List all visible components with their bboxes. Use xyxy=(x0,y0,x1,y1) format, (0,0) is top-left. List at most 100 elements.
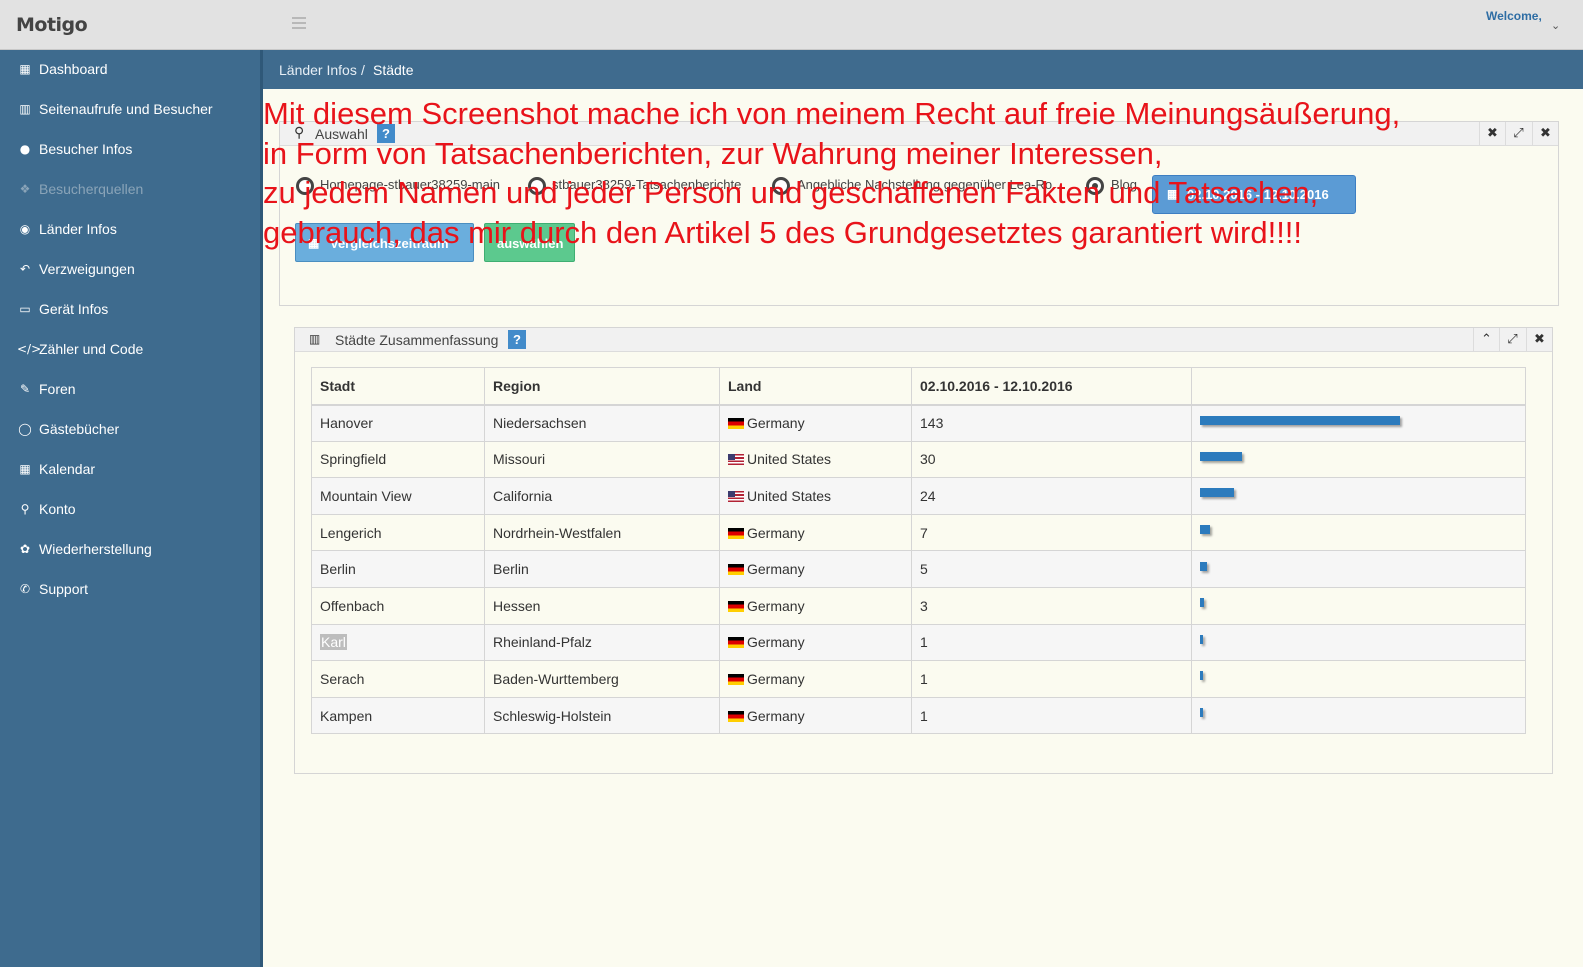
calendar-icon: ▦ xyxy=(1167,187,1179,201)
expand-icon[interactable]: ⤢ xyxy=(1505,122,1531,145)
radio-nachstellung[interactable] xyxy=(772,177,790,195)
germany-flag-icon xyxy=(728,527,744,539)
count-bar xyxy=(1200,598,1204,608)
compare-period-button[interactable]: ▦ Vergleichszeitraum xyxy=(295,223,474,262)
close-icon[interactable]: ✖ xyxy=(1526,328,1552,351)
cell-country: Germany xyxy=(719,404,912,442)
sidebar-item-geraet-infos[interactable]: ▭ Gerät Infos xyxy=(0,291,260,327)
table-row: Hanover Niedersachsen Germany 143 xyxy=(311,404,1526,442)
table-row: Offenbach Hessen Germany 3 xyxy=(311,586,1526,625)
count-bar xyxy=(1200,415,1400,425)
radio-label-homepage: Homepage-stbauer38259-main xyxy=(320,177,500,192)
breadcrumb-current: Städte xyxy=(373,62,414,78)
table-row: Karl Rheinland-Pfalz Germany 1 xyxy=(311,623,1526,662)
chevron-up-icon[interactable]: ⌃ xyxy=(1473,328,1499,351)
sidebar-item-support[interactable]: ✆ Support xyxy=(0,571,260,607)
sidebar-item-laender-infos[interactable]: ◉ Länder Infos xyxy=(0,211,260,247)
sidebar-item-gaestebuecher[interactable]: ◯ Gästebücher xyxy=(0,411,260,447)
cell-region: Niedersachsen xyxy=(484,404,720,442)
country-name: Germany xyxy=(747,634,805,651)
germany-flag-icon xyxy=(728,564,744,576)
expand-icon[interactable]: ⤢ xyxy=(1499,328,1525,351)
bar-chart-icon: ▥ xyxy=(19,102,31,116)
cell-city: Hanover xyxy=(311,404,485,442)
table-icon: ▦ xyxy=(19,62,31,76)
table-row: Berlin Berlin Germany 5 xyxy=(311,550,1526,588)
table-row: Springfield Missouri United States 30 xyxy=(311,440,1526,479)
table-header-row: Stadt Region Land 02.10.2016 - 12.10.201… xyxy=(311,367,1526,406)
radio-label-blog: Blog xyxy=(1111,177,1138,192)
remove-icon[interactable]: ✖ xyxy=(1532,122,1558,145)
count-bar xyxy=(1200,488,1234,498)
cell-bar xyxy=(1191,477,1526,515)
cell-region: Nordrhein-Westfalen xyxy=(484,513,720,552)
sidebar-item-besucherquellen[interactable]: ❖ Besucherquellen xyxy=(0,171,260,207)
sidebar-item-kalendar[interactable]: ▦ Kalendar xyxy=(0,451,260,487)
bar-chart-icon: ▥ xyxy=(309,332,321,346)
breadcrumb-parent-link[interactable]: Länder Infos xyxy=(279,62,357,78)
cell-country: Germany xyxy=(719,550,912,588)
radio-homepage[interactable] xyxy=(296,177,314,195)
column-header-region[interactable]: Region xyxy=(484,367,720,406)
table-row: Serach Baden-Wurttemberg Germany 1 xyxy=(311,660,1526,698)
sidebar-item-wiederherstellung[interactable]: ✿ Wiederherstellung xyxy=(0,531,260,567)
date-range-button[interactable]: ▦ 02.10.2016 - 12.10.2016 xyxy=(1152,175,1356,214)
cell-region: Baden-Wurttemberg xyxy=(484,660,720,698)
count-bar xyxy=(1200,634,1203,644)
column-header-bar xyxy=(1191,367,1526,406)
select-button[interactable]: auswählen xyxy=(484,223,575,262)
code-icon: </> xyxy=(17,342,42,356)
app-logo[interactable]: Motigo xyxy=(16,14,88,36)
sidebar-item-zaehler-code[interactable]: </> Zähler und Code xyxy=(0,331,260,367)
sidebar-item-konto[interactable]: ⚲ Konto xyxy=(0,491,260,527)
chevron-down-icon[interactable]: ⌄ xyxy=(1551,19,1560,32)
cell-country: Germany xyxy=(719,660,912,698)
column-header-period[interactable]: 02.10.2016 - 12.10.2016 xyxy=(911,367,1192,406)
cell-region: Berlin xyxy=(484,550,720,588)
count-bar xyxy=(1200,708,1203,718)
cities-table: Stadt Region Land 02.10.2016 - 12.10.201… xyxy=(311,367,1526,735)
cell-city: Mountain View xyxy=(311,477,485,515)
cell-country: Germany xyxy=(719,696,912,735)
edit-icon: ✎ xyxy=(19,382,31,396)
cell-city: Berlin xyxy=(311,550,485,588)
radio-blog[interactable] xyxy=(1086,177,1104,195)
globe-icon: ◉ xyxy=(19,222,31,236)
selection-panel: ⚲ Auswahl ? ✖ ⤢ ✖ Homepage-stbauer38259-… xyxy=(279,121,1559,306)
city-name: Serach xyxy=(320,670,365,687)
close-icon[interactable]: ✖ xyxy=(1479,122,1505,145)
menu-toggle-icon[interactable] xyxy=(292,17,306,29)
cell-bar xyxy=(1191,513,1526,552)
sidebar-item-verzweigungen[interactable]: ↶ Verzweigungen xyxy=(0,251,260,287)
column-header-land[interactable]: Land xyxy=(719,367,912,406)
cell-bar xyxy=(1191,623,1526,662)
help-button[interactable]: ? xyxy=(508,330,526,349)
help-button[interactable]: ? xyxy=(377,124,395,143)
cell-country: Germany xyxy=(719,586,912,625)
wrench-icon: ✿ xyxy=(19,542,31,556)
city-name: Mountain View xyxy=(320,487,412,504)
column-header-stadt[interactable]: Stadt xyxy=(311,367,485,406)
sidebar-item-foren[interactable]: ✎ Foren xyxy=(0,371,260,407)
selection-panel-header: ⚲ Auswahl ? ✖ ⤢ ✖ xyxy=(280,122,1558,146)
cell-city: Springfield xyxy=(311,440,485,479)
germany-flag-icon xyxy=(728,637,744,649)
cell-region: Schleswig-Holstein xyxy=(484,696,720,735)
country-name: United States xyxy=(747,451,832,468)
sidebar-item-seitenaufrufe[interactable]: ▥ Seitenaufrufe und Besucher xyxy=(0,91,260,127)
radio-label-nachstellung: Angebliche Nachstellung gegenüber Lea-Ro xyxy=(797,177,1053,192)
calendar-icon: ▦ xyxy=(308,236,320,250)
germany-flag-icon xyxy=(728,600,744,612)
summary-panel-title: Städte Zusammenfassung xyxy=(335,332,499,348)
table-row: Mountain View California United States 24 xyxy=(311,477,1526,515)
sidebar-item-besucher-infos[interactable]: ● Besucher Infos xyxy=(0,131,260,167)
count-bar xyxy=(1200,451,1242,461)
city-name: Hanover xyxy=(320,415,373,432)
cell-bar xyxy=(1191,404,1526,442)
germany-flag-icon xyxy=(728,710,744,722)
cell-count: 7 xyxy=(911,513,1192,552)
sidebar-item-dashboard[interactable]: ▦ Dashboard xyxy=(0,51,260,87)
breadcrumb: Länder Infos / Städte xyxy=(263,50,1583,89)
radio-tatsachenberichte[interactable] xyxy=(528,177,546,195)
cell-city: Serach xyxy=(311,660,485,698)
